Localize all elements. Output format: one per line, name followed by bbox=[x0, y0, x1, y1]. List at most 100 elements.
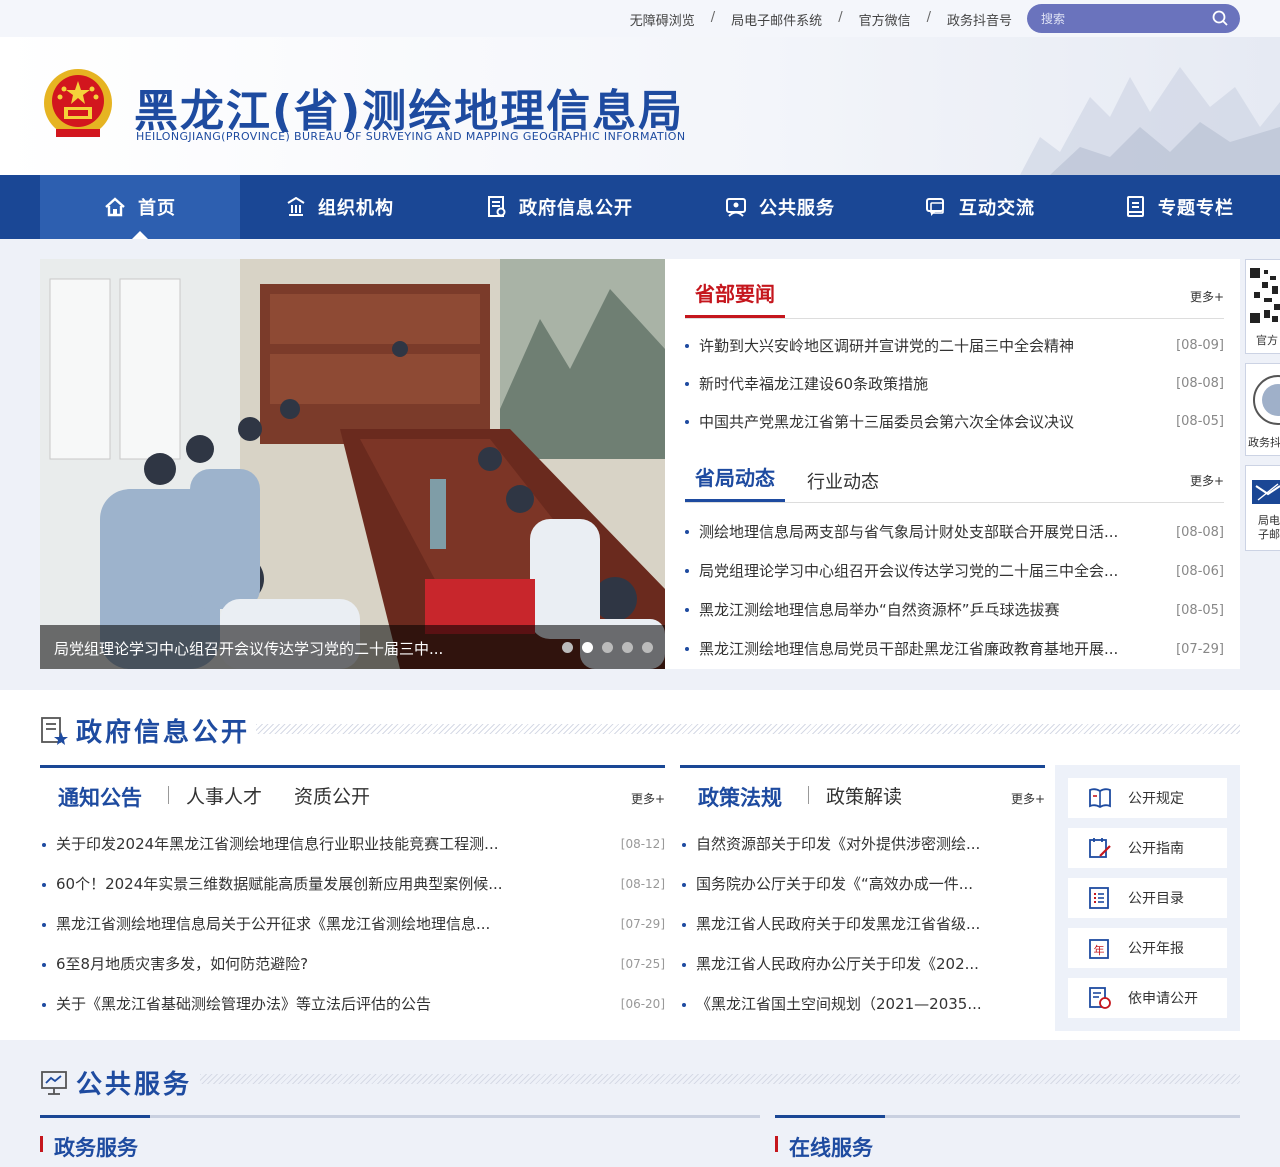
list-item[interactable]: 自然资源部关于印发《对外提供涉密测绘... bbox=[680, 824, 1045, 864]
floating-wechat-label: 官方 bbox=[1256, 334, 1278, 347]
email-system-link[interactable]: 局电子邮件系统 bbox=[731, 10, 822, 29]
service-icon bbox=[726, 198, 746, 217]
qr-code-icon bbox=[1250, 268, 1280, 328]
ministry-news-header: 省部要闻 更多+ bbox=[685, 259, 1224, 319]
policy-list: 自然资源部关于印发《对外提供涉密测绘... 国务院办公厅关于印发《“高效办成一件… bbox=[680, 824, 1045, 1024]
tab-industry-news[interactable]: 行业动态 bbox=[807, 468, 879, 502]
floating-wechat[interactable]: 官方 bbox=[1245, 259, 1280, 354]
search-input[interactable] bbox=[1041, 9, 1201, 28]
headline-section: 局党组理论学习中心组召开会议传达学习党的二十届三中... 省部要闻 更多+ 许勤… bbox=[0, 239, 1280, 690]
gov-info-icon bbox=[41, 716, 68, 745]
nav-special-topics[interactable]: 专题专栏 bbox=[1080, 175, 1280, 239]
tab-policies[interactable]: 政策法规 bbox=[698, 782, 782, 812]
public-service-section-title: 公共服务 bbox=[40, 1064, 192, 1101]
notice-panel: 通知公告 人事人才 资质公开 更多+ 关于印发2024年黑龙江省测绘地理信息行业… bbox=[40, 765, 665, 1035]
apply-disclosure-button[interactable]: 依申请公开 bbox=[1068, 978, 1227, 1018]
list-item[interactable]: 许勤到大兴安岭地区调研并宣讲党的二十届三中全会精神 [08-09] bbox=[685, 327, 1224, 365]
document-icon bbox=[488, 196, 506, 217]
list-item[interactable]: 局党组理论学习中心组召开会议传达学习党的二十届三中全会... [08-06] bbox=[685, 552, 1224, 591]
nav-organization[interactable]: 组织机构 bbox=[240, 175, 440, 239]
list-item[interactable]: 关于《黑龙江省基础测绘管理办法》等立法后评估的公告 [06-20] bbox=[40, 984, 665, 1024]
douyin-link[interactable]: 政务抖音号 bbox=[947, 10, 1012, 29]
carousel-dot-4[interactable] bbox=[622, 642, 633, 653]
gov-service-panel: 政务服务 bbox=[40, 1115, 760, 1167]
list-item[interactable]: 黑龙江省测绘地理信息局关于公开征求《黑龙江省测绘地理信息... [07-29] bbox=[40, 904, 665, 944]
meeting-photo[interactable] bbox=[40, 259, 665, 669]
gov-service-label[interactable]: 政务服务 bbox=[40, 1132, 138, 1162]
floating-email[interactable]: 局电子邮件 bbox=[1245, 465, 1280, 551]
floating-douyin-label: 政务抖 bbox=[1248, 436, 1280, 449]
floating-email-label: 局电子邮件 bbox=[1258, 514, 1280, 541]
list-item[interactable]: 黑龙江测绘地理信息局党员干部赴黑龙江省廉政教育基地开展... [07-29] bbox=[685, 630, 1224, 669]
list-item[interactable]: 60个！2024年实景三维数据赋能高质量发展创新应用典型案例候... [08-12… bbox=[40, 864, 665, 904]
main-nav: 首页 组织机构 政府信息公开 公共服务 互动交流 专题专栏 bbox=[0, 175, 1280, 239]
annual-report-button[interactable]: 年 公开年报 bbox=[1068, 928, 1227, 968]
notice-tabs: 通知公告 人事人才 资质公开 更多+ bbox=[40, 765, 665, 822]
search-icon[interactable] bbox=[1212, 10, 1228, 26]
list-item[interactable]: 新时代幸福龙江建设60条政策措施 [08-08] bbox=[685, 365, 1224, 403]
disclosure-rules-button[interactable]: 公开规定 bbox=[1068, 778, 1227, 818]
list-item[interactable]: 黑龙江测绘地理信息局举办“自然资源杯”乒乓球选拔赛 [08-05] bbox=[685, 591, 1224, 630]
nav-organization-label: 组织机构 bbox=[318, 198, 394, 219]
gov-info-section-title: 政府信息公开 bbox=[40, 712, 250, 749]
nav-interaction-label: 互动交流 bbox=[959, 198, 1035, 219]
carousel-dot-5[interactable] bbox=[642, 642, 653, 653]
tab-personnel[interactable]: 人事人才 bbox=[186, 782, 262, 809]
bureau-news-more-link[interactable]: 更多+ bbox=[1190, 472, 1224, 489]
tab-ministry-news[interactable]: 省部要闻 bbox=[685, 278, 785, 318]
nav-gov-info[interactable]: 政府信息公开 bbox=[440, 175, 680, 239]
carousel-dot-3[interactable] bbox=[602, 642, 613, 653]
accessibility-link[interactable]: 无障碍浏览 bbox=[630, 10, 695, 29]
list-item[interactable]: 国务院办公厅关于印发《“高效办成一件... bbox=[680, 864, 1045, 904]
bureau-news-header: 省局动态 行业动态 更多+ bbox=[685, 441, 1224, 503]
list-item[interactable]: 关于印发2024年黑龙江省测绘地理信息行业职业技能竞赛工程测... [08-12] bbox=[40, 824, 665, 864]
bureau-news-list: 测绘地理信息局两支部与省气象局计财处支部联合开展党日活... [08-08] 局党… bbox=[685, 513, 1224, 669]
policy-tabs: 政策法规 政策解读 更多+ bbox=[680, 765, 1045, 822]
home-icon bbox=[105, 197, 125, 217]
list-item[interactable]: 6至8月地质灾害多发，如何防范避险? [07-25] bbox=[40, 944, 665, 984]
tab-notices[interactable]: 通知公告 bbox=[58, 782, 142, 812]
list-item[interactable]: 黑龙江省人民政府关于印发黑龙江省省级... bbox=[680, 904, 1045, 944]
notice-list: 关于印发2024年黑龙江省测绘地理信息行业职业技能竞赛工程测... [08-12]… bbox=[40, 824, 665, 1024]
floating-douyin[interactable]: 政务抖 bbox=[1245, 363, 1280, 456]
wechat-link[interactable]: 官方微信 bbox=[859, 10, 911, 29]
nav-public-service-label: 公共服务 bbox=[759, 198, 835, 219]
policy-panel: 政策法规 政策解读 更多+ 自然资源部关于印发《对外提供涉密测绘... 国务院办… bbox=[680, 765, 1045, 1035]
nav-special-topics-label: 专题专栏 bbox=[1158, 198, 1234, 219]
carousel-dot-1[interactable] bbox=[562, 642, 573, 653]
nav-interaction[interactable]: 互动交流 bbox=[880, 175, 1080, 239]
ministry-news-more-link[interactable]: 更多+ bbox=[1190, 288, 1224, 305]
tab-policy-interpretation[interactable]: 政策解读 bbox=[826, 782, 902, 809]
disclosure-guide-button[interactable]: 公开指南 bbox=[1068, 828, 1227, 868]
ministry-news-list: 许勤到大兴安岭地区调研并宣讲党的二十届三中全会精神 [08-09] 新时代幸福龙江… bbox=[685, 327, 1224, 441]
list-item[interactable]: 测绘地理信息局两支部与省气象局计财处支部联合开展党日活... [08-08] bbox=[685, 513, 1224, 552]
image-carousel[interactable]: 局党组理论学习中心组召开会议传达学习党的二十届三中... bbox=[40, 259, 665, 669]
online-service-panel: 在线服务 bbox=[775, 1115, 1240, 1167]
annual-report-icon: 年 bbox=[1089, 939, 1109, 959]
mountain-decoration bbox=[1020, 67, 1280, 175]
site-subtitle: HEILONGJIANG(PROVINCE) BUREAU OF SURVEYI… bbox=[136, 130, 686, 143]
list-item[interactable]: 黑龙江省人民政府办公厅关于印发《202... bbox=[680, 944, 1045, 984]
carousel-dots bbox=[553, 642, 653, 653]
national-emblem-icon[interactable] bbox=[42, 67, 114, 143]
book-open-icon bbox=[1089, 788, 1111, 809]
title-divider bbox=[200, 1074, 1240, 1084]
online-service-label[interactable]: 在线服务 bbox=[775, 1132, 873, 1162]
tab-qualification[interactable]: 资质公开 bbox=[294, 782, 370, 809]
top-bar: 无障碍浏览 / 局电子邮件系统 / 官方微信 / 政务抖音号 bbox=[0, 0, 1280, 37]
news-box: 省部要闻 更多+ 许勤到大兴安岭地区调研并宣讲党的二十届三中全会精神 [08-09… bbox=[665, 259, 1240, 669]
nav-public-service[interactable]: 公共服务 bbox=[680, 175, 880, 239]
notice-more-link[interactable]: 更多+ bbox=[631, 790, 665, 807]
apply-icon bbox=[1089, 987, 1111, 1009]
top-links: 无障碍浏览 / 局电子邮件系统 / 官方微信 / 政务抖音号 bbox=[629, 10, 1012, 29]
list-item[interactable]: 中国共产党黑龙江省第十三届委员会第六次全体会议决议 [08-05] bbox=[685, 403, 1224, 441]
policy-more-link[interactable]: 更多+ bbox=[1011, 790, 1045, 807]
list-item[interactable]: 《黑龙江省国土空间规划（2021—2035... bbox=[680, 984, 1045, 1024]
nav-home[interactable]: 首页 bbox=[40, 175, 240, 239]
disclosure-catalog-button[interactable]: 公开目录 bbox=[1068, 878, 1227, 918]
svg-text:年: 年 bbox=[1094, 943, 1105, 957]
site-header: 黑龙江(省)测绘地理信息局 HEILONGJIANG(PROVINCE) BUR… bbox=[0, 37, 1280, 175]
douyin-qr-icon bbox=[1253, 375, 1280, 425]
carousel-dot-2[interactable] bbox=[582, 642, 593, 653]
tab-bureau-news[interactable]: 省局动态 bbox=[685, 462, 785, 502]
